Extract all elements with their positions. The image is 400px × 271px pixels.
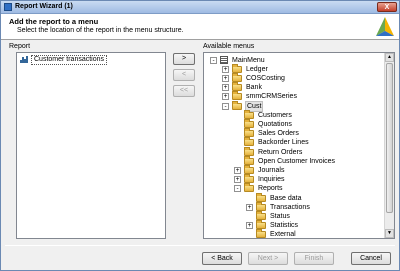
app-icon [4,3,12,11]
folder-icon [244,109,254,119]
folder-icon [232,100,242,110]
folder-icon [256,192,266,202]
vertical-scrollbar[interactable]: ▲ ▼ [384,53,394,238]
list-item[interactable]: Customer transactions [20,54,108,65]
expand-icon[interactable]: + [222,65,229,73]
folder-icon [256,220,266,230]
next-button[interactable]: Next > [248,252,288,265]
report-list-label: Report [9,43,31,50]
collapse-icon[interactable]: - [210,56,217,64]
tree-node-label: Base data [270,194,302,202]
expand-icon[interactable]: + [222,84,229,92]
folder-icon [232,63,242,73]
available-menus-label: Available menus [203,43,255,50]
tree-node-label: External [270,231,296,239]
tree-node-label: Open Customer Invoices [258,157,336,165]
folder-icon [232,72,242,82]
page-title: Add the report to a menu [9,17,99,26]
scrollbar-thumb[interactable] [386,63,393,213]
footer-divider [5,245,395,246]
remove-button[interactable]: < [173,69,195,81]
tree-node[interactable]: External [246,229,297,239]
report-wizard-window: Report Wizard (1) X Add the report to a … [0,0,400,271]
folder-icon [244,155,254,165]
collapse-icon[interactable]: - [222,102,229,110]
folder-icon [244,118,254,128]
folder-icon [244,146,254,156]
report-item-label: Customer transactions [31,54,108,65]
tree-node-label: COSCosting [246,74,285,82]
expand-icon[interactable]: + [234,176,241,184]
tree-node-label: Transactions [270,203,310,211]
finish-button[interactable]: Finish [294,252,334,265]
tree-node-label: Backorder Lines [258,139,309,147]
tree-node-label: Return Orders [258,148,303,156]
tree-node-label: Ledger [246,65,268,73]
scroll-down-arrow-icon[interactable]: ▼ [385,229,394,238]
dynamics-logo-icon [376,17,394,36]
tree-node-label: Quotations [258,120,292,128]
title-bar[interactable]: Report Wizard (1) X [1,1,399,14]
tree-node-label: Customers [258,111,292,119]
report-list[interactable]: Customer transactions [16,52,166,239]
wizard-header: Add the report to a menu Select the loca… [1,14,399,40]
expand-icon[interactable]: + [234,166,241,174]
folder-icon [244,128,254,138]
folder-icon [244,174,254,184]
folder-icon [232,91,242,101]
menu-icon [220,56,228,64]
expand-icon[interactable]: + [246,203,253,211]
collapse-icon[interactable]: - [234,185,241,193]
page-subtitle: Select the location of the report in the… [17,27,184,34]
expand-icon[interactable]: + [222,93,229,101]
folder-icon [244,164,254,174]
window-title: Report Wizard (1) [15,3,73,10]
tree-node-label: Sales Orders [258,130,299,138]
tree-node-label: Bank [246,84,262,92]
tree-node-label: Journals [258,166,285,174]
report-icon [20,56,28,63]
expand-icon[interactable]: + [246,222,253,230]
menu-tree[interactable]: - MainMenu + Ledger + COSCosting + Bank + smmCRMS… [203,52,395,239]
folder-icon [256,210,266,220]
back-button[interactable]: < Back [202,252,242,265]
expand-icon[interactable]: + [222,74,229,82]
close-button[interactable]: X [377,2,397,12]
folder-icon [232,82,242,92]
tree-node-label: Inquiries [258,176,285,184]
folder-icon [256,229,266,238]
scroll-up-arrow-icon[interactable]: ▲ [385,53,394,62]
folder-icon [244,137,254,147]
cancel-button[interactable]: Cancel [351,252,391,265]
remove-all-button[interactable]: << [173,85,195,97]
tree-node-label: Status [270,212,290,220]
tree-node-label: Statistics [270,222,299,230]
folder-icon [256,201,266,211]
add-button[interactable]: > [173,53,195,65]
folder-icon [244,183,254,193]
